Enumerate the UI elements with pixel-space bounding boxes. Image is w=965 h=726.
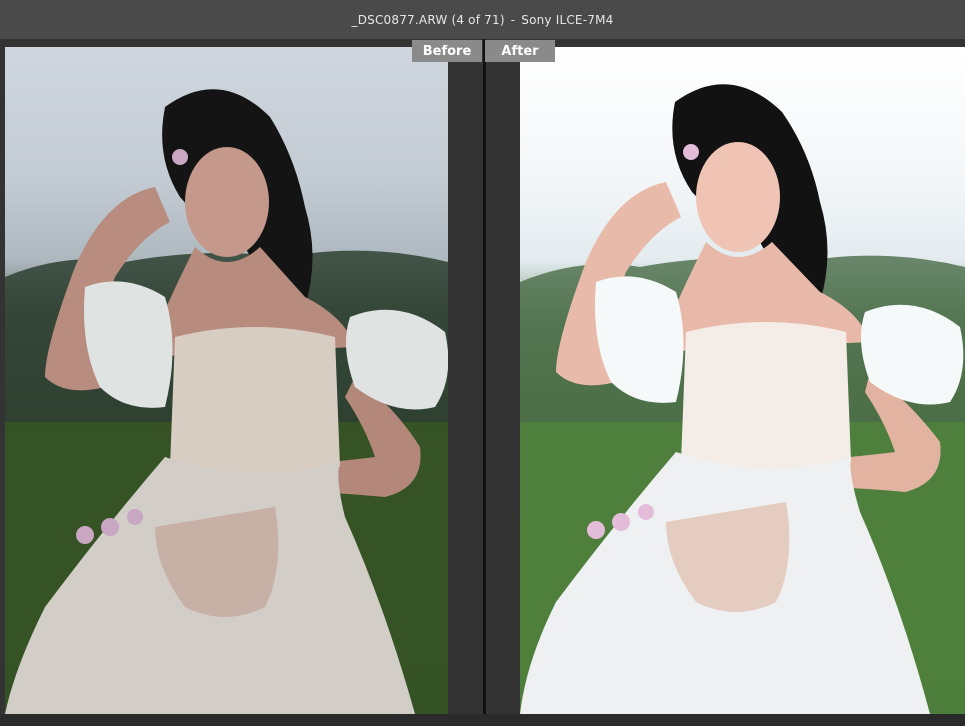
after-photo (520, 47, 965, 714)
filmstrip-edge (0, 714, 965, 726)
before-photo (5, 47, 448, 714)
before-label-tab[interactable]: Before (412, 40, 482, 62)
title-camera-model: Sony ILCE-7M4 (521, 12, 614, 27)
title-filename: _DSC0877.ARW (351, 12, 448, 27)
after-photo-illustration (520, 84, 965, 714)
title-photo-position: (4 of 71) (451, 12, 505, 27)
before-pane[interactable]: Before (0, 39, 483, 726)
before-after-view: Before After (0, 39, 965, 726)
title-separator: - (510, 12, 516, 27)
after-label-tab[interactable]: After (485, 40, 555, 62)
before-photo-illustration (5, 89, 448, 714)
lightroom-compare-window: _DSC0877.ARW (4 of 71) - Sony ILCE-7M4 B… (0, 0, 965, 726)
window-titlebar: _DSC0877.ARW (4 of 71) - Sony ILCE-7M4 (0, 0, 965, 39)
